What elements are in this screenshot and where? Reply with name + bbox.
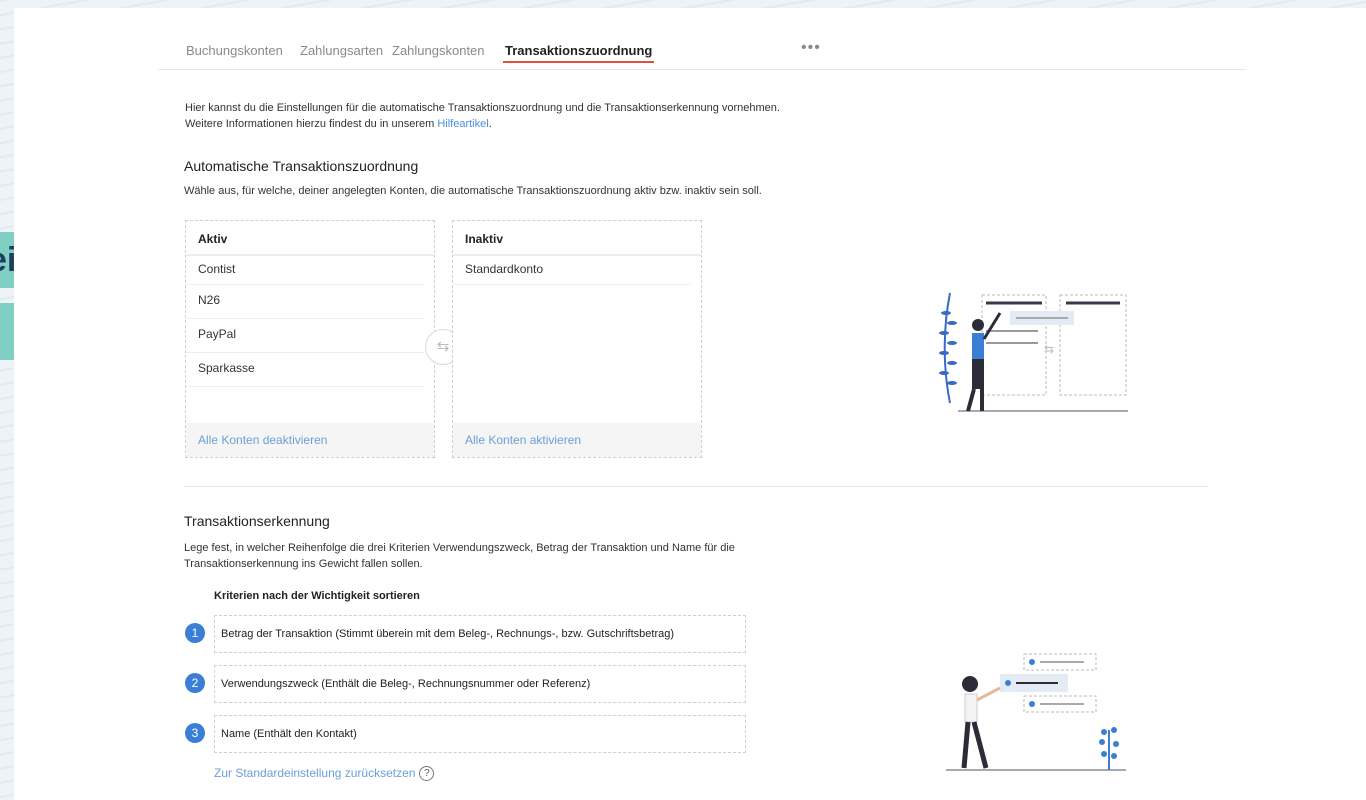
- settings-panel: Buchungskonten Zahlungsarten Zahlungskon…: [14, 8, 1366, 800]
- criterion-item-name[interactable]: Name (Enthält den Kontakt): [214, 715, 746, 753]
- tab-transaktionszuordnung[interactable]: Transaktionszuordnung: [502, 43, 655, 63]
- inactive-accounts-list: Inaktiv Standardkonto Alle Konten aktivi…: [452, 220, 702, 458]
- active-accounts-list: Aktiv Contist N26 PayPal Sparkasse Alle …: [185, 220, 435, 458]
- criterion-number-badge: 2: [185, 673, 205, 693]
- criteria-label: Kriterien nach der Wichtigkeit sortieren: [214, 590, 420, 602]
- deactivate-all-button[interactable]: Alle Konten deaktivieren: [186, 423, 434, 457]
- criterion-item-amount[interactable]: Betrag der Transaktion (Stimmt überein m…: [214, 615, 746, 653]
- section-divider: [184, 486, 1208, 487]
- help-article-link[interactable]: Hilfeartikel: [437, 118, 488, 130]
- tab-bar: Buchungskonten Zahlungsarten Zahlungskon…: [158, 36, 1246, 70]
- list-item[interactable]: N26: [186, 285, 424, 319]
- list-item[interactable]: PayPal: [186, 319, 424, 353]
- recognition-section-title: Transaktionserkennung: [184, 513, 330, 529]
- intro-text: Hier kannst du die Einstellungen für die…: [185, 102, 780, 130]
- auto-section-title: Automatische Transaktionszuordnung: [184, 158, 419, 174]
- recognition-section-subtitle: Lege fest, in welcher Reihenfolge die dr…: [184, 542, 735, 570]
- criterion-number-badge: 3: [185, 723, 205, 743]
- tab-zahlungskonten[interactable]: Zahlungskonten: [392, 43, 485, 58]
- tab-buchungskonten[interactable]: Buchungskonten: [186, 43, 283, 58]
- help-icon[interactable]: ?: [419, 766, 435, 782]
- inactive-list-header: Inaktiv: [453, 221, 701, 256]
- criterion-number-badge: 1: [185, 623, 205, 643]
- active-list-header: Aktiv: [186, 221, 434, 256]
- tab-zahlungsarten[interactable]: Zahlungsarten: [300, 43, 383, 58]
- svg-text:⇆: ⇆: [1044, 342, 1054, 356]
- recognition-illustration: [946, 653, 1126, 771]
- reset-default-link[interactable]: Zur Standardeinstellung zurücksetzen?: [214, 766, 435, 782]
- list-item[interactable]: Sparkasse: [186, 353, 424, 387]
- more-tabs-icon[interactable]: •••: [801, 39, 821, 57]
- assignment-illustration: ⇆: [939, 292, 1128, 412]
- auto-section-subtitle: Wähle aus, für welche, deiner angelegten…: [184, 185, 762, 197]
- activate-all-button[interactable]: Alle Konten aktivieren: [453, 423, 701, 457]
- list-item[interactable]: Standardkonto: [453, 256, 691, 285]
- criterion-item-purpose[interactable]: Verwendungszweck (Enthält die Beleg-, Re…: [214, 665, 746, 703]
- list-item[interactable]: Contist: [186, 256, 424, 285]
